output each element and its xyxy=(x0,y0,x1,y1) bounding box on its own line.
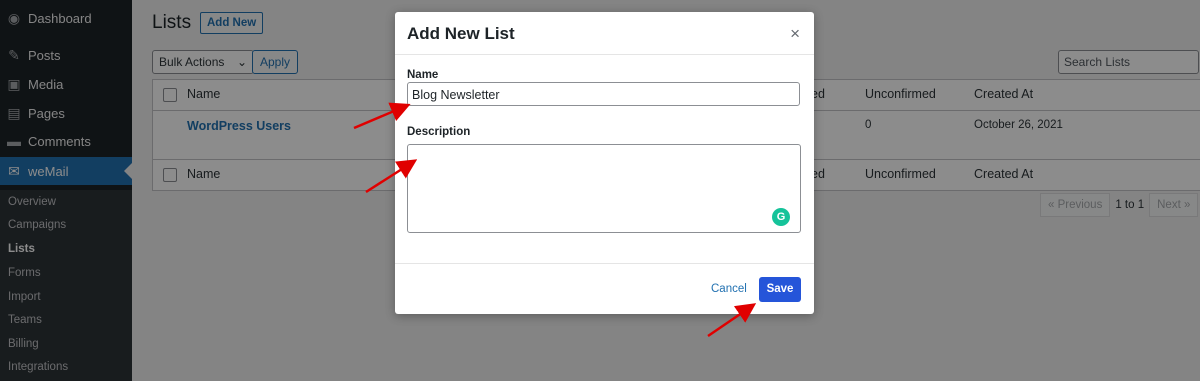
annotation-arrow-save xyxy=(707,303,757,338)
annotation-arrow-description xyxy=(365,159,418,194)
annotation-arrows xyxy=(353,102,757,338)
annotation-arrow-name xyxy=(353,102,411,130)
